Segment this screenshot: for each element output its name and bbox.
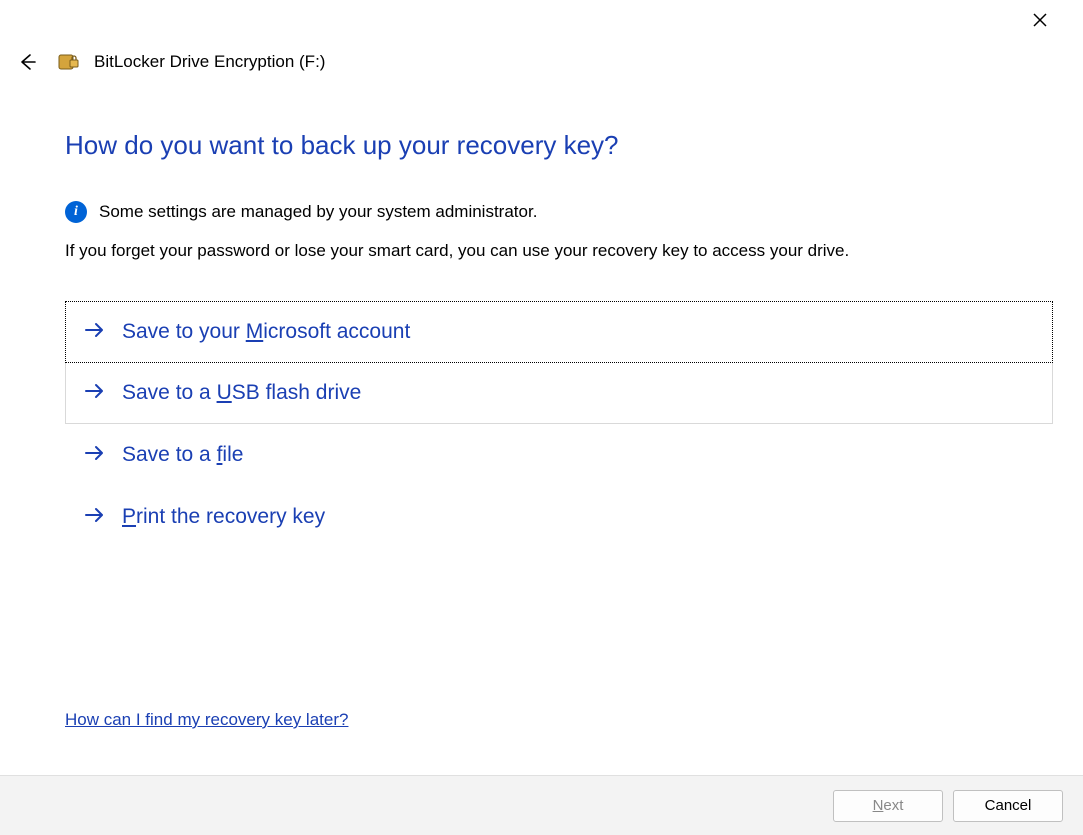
- help-link[interactable]: How can I find my recovery key later?: [65, 710, 348, 730]
- wizard-footer: Next Cancel: [0, 775, 1083, 835]
- arrow-right-icon: [84, 444, 106, 467]
- backup-option-label: Save to your Microsoft account: [122, 320, 410, 344]
- window-title: BitLocker Drive Encryption (F:): [94, 52, 325, 72]
- page-heading: How do you want to back up your recovery…: [65, 130, 1053, 161]
- backup-option-2[interactable]: Save to a file: [65, 424, 1053, 486]
- cancel-button[interactable]: Cancel: [953, 790, 1063, 822]
- admin-info-row: i Some settings are managed by your syst…: [65, 201, 1053, 223]
- backup-option-1[interactable]: Save to a USB flash drive: [65, 363, 1053, 424]
- backup-option-0[interactable]: Save to your Microsoft account: [65, 301, 1053, 363]
- admin-info-text: Some settings are managed by your system…: [99, 202, 537, 222]
- close-button[interactable]: [1017, 4, 1063, 36]
- arrow-right-icon: [84, 382, 106, 405]
- close-icon: [1033, 13, 1047, 27]
- next-button[interactable]: Next: [833, 790, 943, 822]
- backup-option-3[interactable]: Print the recovery key: [65, 486, 1053, 548]
- backup-option-label: Save to a file: [122, 443, 243, 467]
- info-icon: i: [65, 201, 87, 223]
- bitlocker-icon: [56, 50, 80, 74]
- arrow-right-icon: [84, 506, 106, 529]
- back-button[interactable]: [12, 47, 42, 77]
- arrow-right-icon: [84, 321, 106, 344]
- back-arrow-icon: [17, 52, 37, 72]
- backup-option-label: Save to a USB flash drive: [122, 381, 361, 405]
- backup-option-label: Print the recovery key: [122, 505, 325, 529]
- description-text: If you forget your password or lose your…: [65, 241, 1053, 261]
- backup-options-list: Save to your Microsoft account Save to a …: [65, 301, 1053, 548]
